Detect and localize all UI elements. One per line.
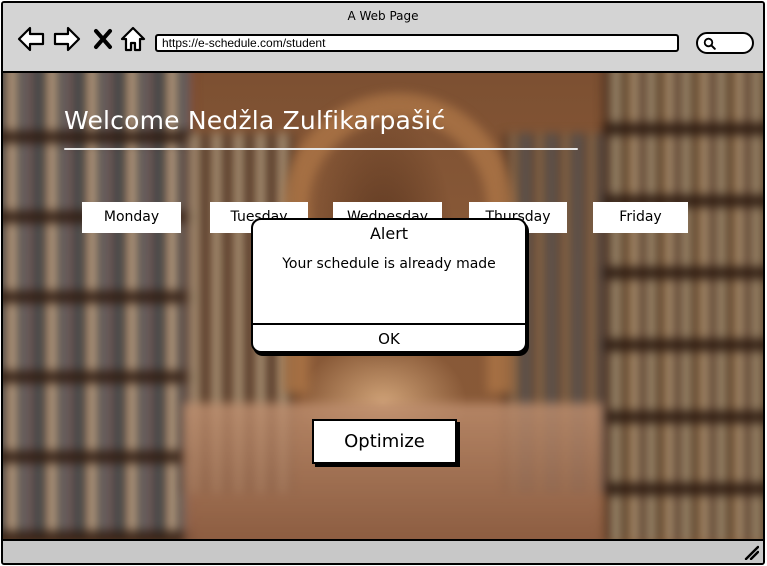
day-button-monday[interactable]: Monday [82,202,181,233]
background-bookshelf-left [3,73,193,541]
browser-toolbar: A Web Page https://e-schedule.com/studen… [3,3,763,73]
forward-arrow-icon[interactable] [53,25,81,53]
url-bar[interactable]: https://e-schedule.com/student [155,34,679,52]
alert-message: Your schedule is already made [282,256,496,272]
day-button-friday[interactable]: Friday [593,202,688,233]
background-bookshelf-right [603,73,763,541]
alert-dialog: Alert Your schedule is already made OK [251,218,527,353]
alert-title: Alert [369,224,409,243]
page-content: Welcome Nedžla Zulfikarpašić Monday Tues… [3,73,763,541]
resize-grip-icon[interactable] [743,544,759,560]
home-icon[interactable] [119,25,147,53]
close-x-icon[interactable] [91,25,115,53]
alert-ok-button[interactable]: OK [253,325,525,351]
window-title: A Web Page [347,9,419,23]
back-arrow-icon[interactable] [17,25,45,53]
welcome-heading: Welcome Nedžla Zulfikarpašić [64,106,446,135]
optimize-button[interactable]: Optimize [312,419,457,464]
browser-window: A Web Page https://e-schedule.com/studen… [1,1,765,565]
heading-divider [64,148,578,150]
status-bar [3,539,763,563]
search-icon [703,37,716,50]
search-box[interactable] [696,32,754,54]
